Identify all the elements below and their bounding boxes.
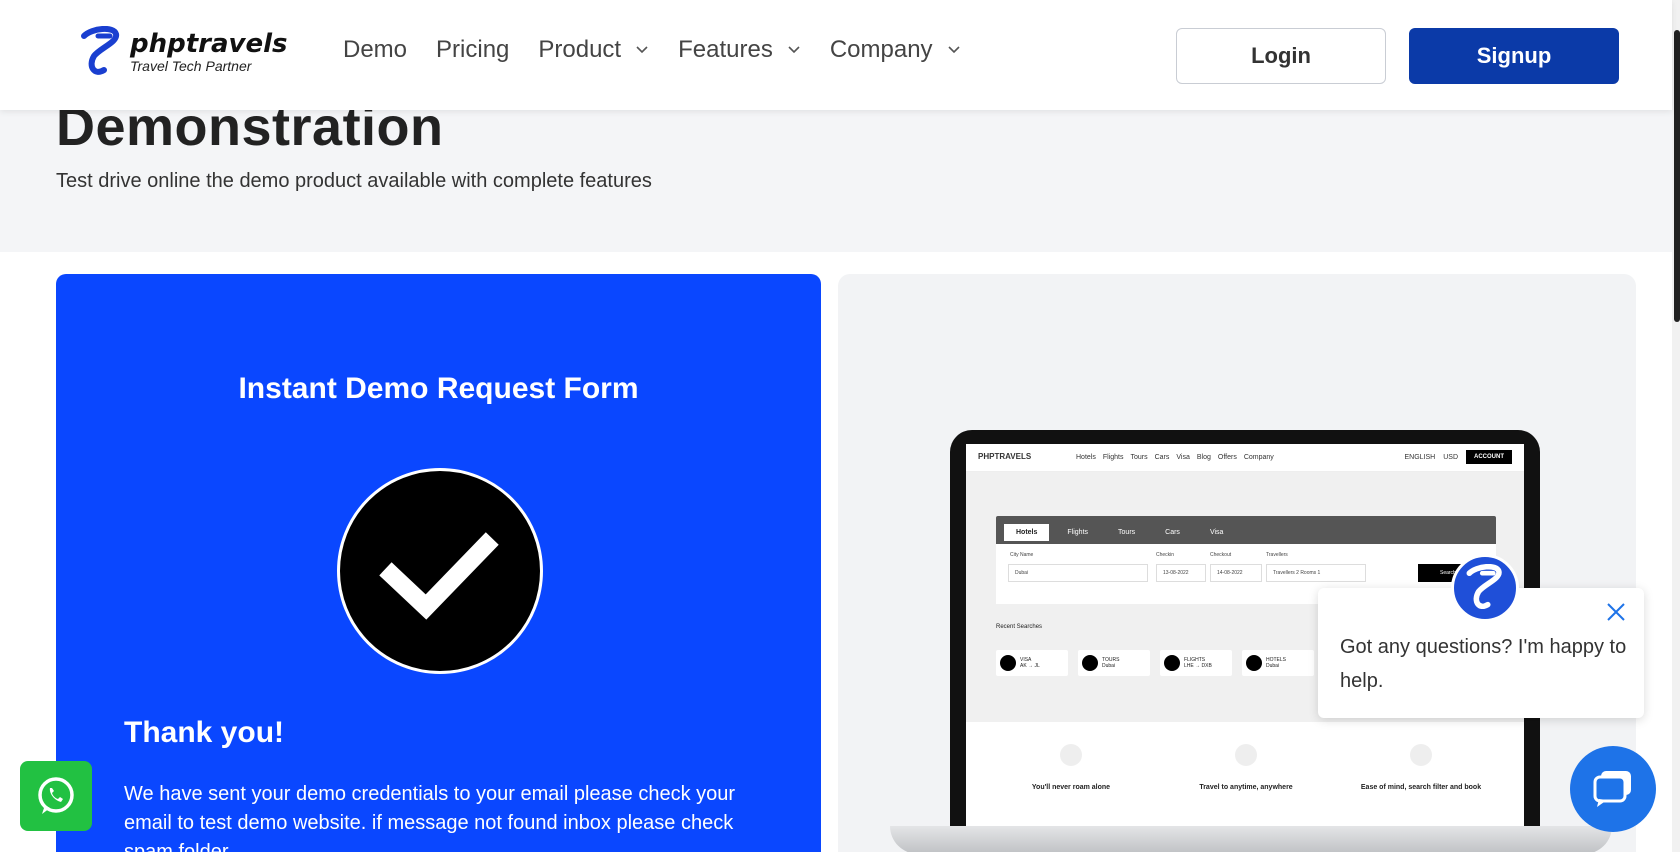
logo-icon [81, 26, 120, 75]
preview-logo: PHPTRAVELS [978, 452, 1032, 461]
nav-features[interactable]: Features [678, 36, 801, 64]
chat-popup[interactable]: Got any questions? I'm happy to help. [1318, 554, 1644, 718]
logo-tagline: Travel Tech Partner [130, 58, 252, 74]
chat-bubble-icon [1593, 771, 1631, 807]
demo-form-card: Instant Demo Request Form Thank you! We … [56, 274, 821, 852]
preview-account: ACCOUNT [1466, 450, 1512, 464]
chat-open-button[interactable] [1570, 746, 1656, 832]
preview-links: Hotels Flights Tours Cars Visa Blog Offe… [1076, 454, 1274, 461]
preview-checkin-field: 13-08-2022 [1156, 564, 1206, 582]
card-sub: Dubai [1266, 663, 1280, 669]
feature-label: Ease of mind, search filter and book [1360, 784, 1482, 791]
preview-tab: Hotels [1004, 524, 1050, 541]
preview-recent-card: TOURS Dubai [1078, 650, 1150, 676]
preview-card-icon [1246, 655, 1262, 671]
preview-recent-card: VISA AK → JL [996, 650, 1068, 676]
megaphone-icon [1060, 744, 1082, 766]
preview-card-icon [1000, 655, 1016, 671]
whatsapp-button[interactable] [20, 761, 92, 831]
preview-tab: Tours [1118, 529, 1136, 536]
site-header: phptravels Travel Tech Partner Demo Pric… [0, 0, 1672, 110]
preview-recent-card: HOTELS Dubai [1242, 650, 1314, 676]
logo-icon [1466, 564, 1502, 609]
close-icon[interactable] [1604, 600, 1628, 624]
preview-travellers-label: Travellers [1266, 552, 1288, 558]
nav-label: Company [829, 36, 933, 63]
nav-label: Pricing [436, 36, 510, 63]
preview-link: Company [1243, 454, 1274, 461]
preview-language: ENGLISH [1404, 453, 1436, 461]
preview-link: Cars [1154, 454, 1170, 461]
thumbs-up-icon [1410, 744, 1432, 766]
scrollbar-thumb[interactable] [1674, 30, 1680, 322]
preview-city-field: Dubai [1008, 564, 1148, 582]
preview-card-icon [1082, 655, 1098, 671]
chat-message: Got any questions? I'm happy to help. [1340, 636, 1627, 692]
globe-icon [1235, 744, 1257, 766]
login-button[interactable]: Login [1176, 28, 1386, 84]
page-subtitle: Test drive online the demo product avail… [56, 170, 652, 192]
chevron-down-icon [636, 46, 648, 54]
checkmark-icon [379, 532, 499, 620]
preview-link: Blog [1196, 454, 1211, 461]
chevron-down-icon [947, 46, 960, 54]
chevron-down-icon [788, 46, 800, 54]
nav-product[interactable]: Product [538, 36, 649, 64]
preview-link: Visa [1176, 454, 1190, 461]
preview-recent-label: Recent Searches [996, 624, 1043, 630]
card-sub: AK → JL [1020, 663, 1040, 669]
card-sub: Dubai [1102, 663, 1116, 669]
feature-label: Travel to anytime, anywhere [1199, 784, 1293, 791]
feature-label: You'll never roam alone [1031, 784, 1111, 791]
preview-tabs: Hotels Flights Tours Cars Visa [1004, 524, 1235, 541]
main-nav: Demo Pricing Product Features Company [343, 36, 990, 64]
preview-link: Flights [1102, 454, 1124, 461]
preview-navbar: PHPTRAVELS Hotels Flights Tours Cars Vis… [966, 444, 1524, 472]
preview-tab: Cars [1165, 529, 1180, 536]
logo-name: phptravels [130, 29, 288, 59]
logo[interactable]: phptravels Travel Tech Partner [80, 26, 288, 78]
preview-feature: You'll never roam alone [996, 744, 1146, 791]
nav-label: Product [538, 36, 622, 63]
preview-tab: Visa [1209, 529, 1224, 536]
form-title: Instant Demo Request Form [238, 372, 639, 405]
laptop-base [890, 826, 1612, 852]
preview-right: ENGLISH USD ACCOUNT [1404, 450, 1512, 464]
preview-checkin-label: Checkin [1156, 552, 1175, 558]
nav-company[interactable]: Company [830, 36, 961, 64]
preview-features: You'll never roam alone Travel to anytim… [996, 744, 1496, 791]
card-sub: LHE → DXB [1184, 663, 1212, 669]
nav-label: Features [678, 36, 773, 63]
preview-checkout-field: 14-08-2022 [1210, 564, 1262, 582]
nav-pricing[interactable]: Pricing [436, 36, 509, 64]
scrollbar[interactable] [1672, 0, 1680, 852]
preview-link: Offers [1217, 454, 1237, 461]
thanks-message: We have sent your demo credentials to yo… [124, 783, 736, 852]
preview-link: Hotels [1076, 454, 1096, 461]
signup-button[interactable]: Signup [1409, 28, 1619, 84]
success-check-icon [337, 468, 543, 674]
preview-feature: Travel to anytime, anywhere [1171, 744, 1321, 791]
preview-currency: USD [1443, 453, 1458, 461]
preview-tab: Flights [1067, 529, 1089, 536]
preview-recent-cards: VISA AK → JL TOURS Dubai FLIGHTS LHE → DXB … [996, 650, 1314, 676]
preview-card-icon [1164, 655, 1180, 671]
preview-link: Tours [1130, 454, 1148, 461]
preview-city-label: City Name [1010, 552, 1034, 558]
thanks-title: Thank you! [124, 716, 285, 749]
chat-avatar [1451, 554, 1519, 622]
preview-recent-card: FLIGHTS LHE → DXB [1160, 650, 1232, 676]
nav-label: Demo [343, 36, 408, 63]
preview-travellers-field: Travellers 2 Rooms 1 [1266, 564, 1366, 582]
preview-feature: Ease of mind, search filter and book [1346, 744, 1496, 791]
whatsapp-icon [38, 777, 74, 814]
preview-checkout-label: Checkout [1210, 552, 1232, 558]
laptop-preview-card: PHPTRAVELS Hotels Flights Tours Cars Vis… [838, 274, 1636, 852]
nav-demo[interactable]: Demo [343, 36, 407, 64]
